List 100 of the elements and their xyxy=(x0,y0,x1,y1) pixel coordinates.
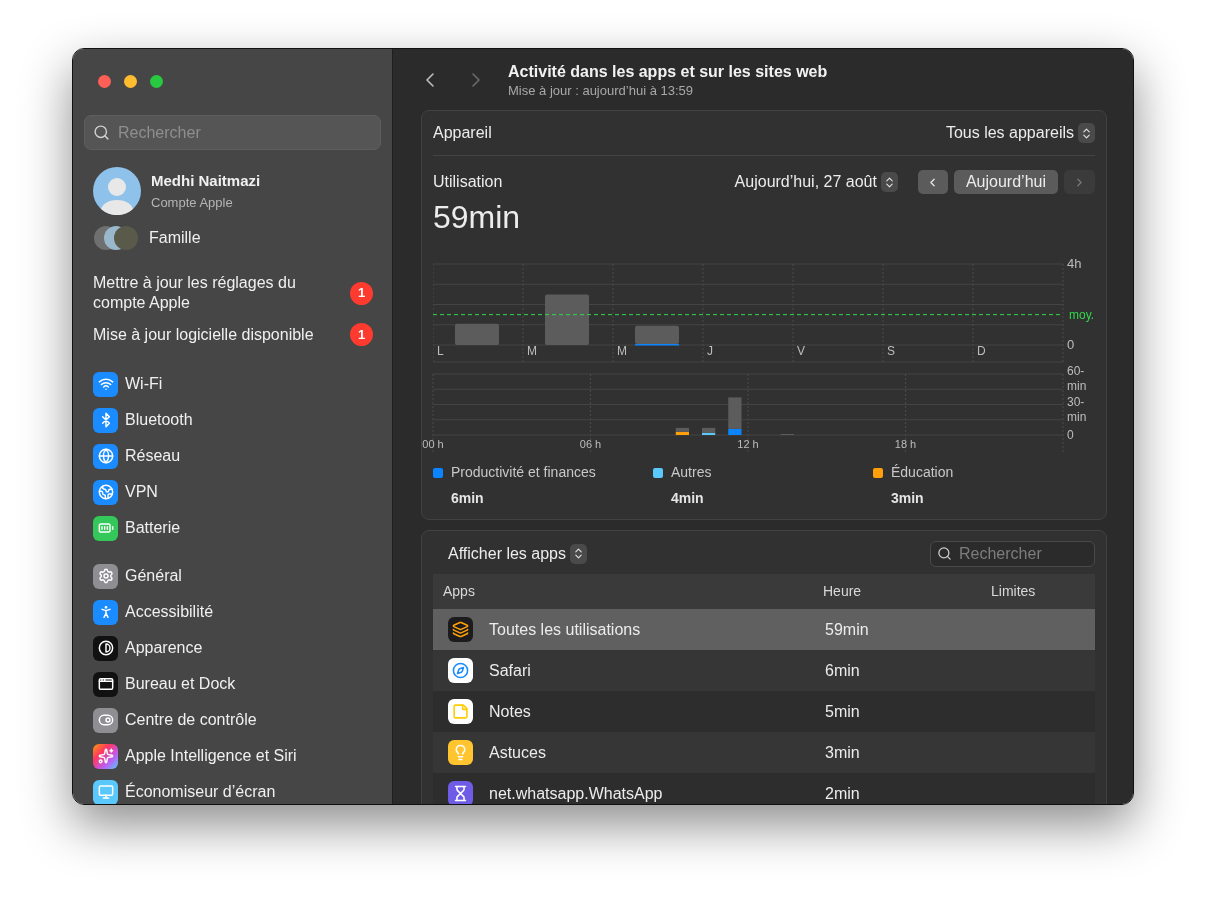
notification-badge: 1 xyxy=(350,281,373,305)
column-header[interactable]: Heure xyxy=(813,581,987,602)
axis-label: V xyxy=(797,344,805,358)
zoom-button[interactable] xyxy=(150,75,163,88)
app-name: Safari xyxy=(489,660,531,681)
sidebar-item[interactable]: Apple Intelligence et Siri xyxy=(89,743,382,769)
previous-day-button[interactable] xyxy=(917,170,948,194)
avatar xyxy=(93,167,141,215)
lightbulb-icon xyxy=(448,740,473,765)
legend-label: Autres xyxy=(671,463,712,482)
axis-label: 18 h xyxy=(894,438,917,450)
axis-label: S xyxy=(887,344,895,358)
close-button[interactable] xyxy=(98,75,111,88)
legend-label: Productivité et finances xyxy=(451,463,596,482)
hourglass-icon xyxy=(448,781,473,804)
bar xyxy=(545,294,589,345)
legend-value: 3min xyxy=(891,489,925,508)
app-name: Astuces xyxy=(489,742,546,763)
updown-icon xyxy=(880,172,898,192)
notification-badge: 1 xyxy=(350,323,373,346)
sidebar-item[interactable]: Batterie xyxy=(89,515,382,541)
account-name: Medhi Naitmazi xyxy=(151,171,261,191)
accessibility-icon xyxy=(93,599,118,625)
axis-label: M xyxy=(617,344,627,358)
sidebar-item[interactable]: Général xyxy=(89,563,382,589)
note-icon xyxy=(448,699,473,724)
table-row[interactable]: net.whatsapp.WhatsApp 2min xyxy=(433,773,1095,804)
app-time: 59min xyxy=(824,619,870,640)
axis-label: L xyxy=(437,344,444,358)
axis-label: 00 h xyxy=(422,438,444,450)
usage-label: Utilisation xyxy=(433,172,504,192)
axis-label: 4h xyxy=(1067,258,1082,271)
axis-label: 06 h xyxy=(579,438,602,450)
device-select[interactable]: Tous les appareils xyxy=(945,121,1095,145)
page-subtitle: Mise à jour : aujourd’hui à 13:59 xyxy=(508,81,694,99)
table-row[interactable]: Notes 5min xyxy=(433,691,1095,732)
account-subtitle: Compte Apple xyxy=(151,193,234,212)
battery-icon xyxy=(93,515,118,541)
legend-value: 6min xyxy=(451,489,485,508)
axis-label: M xyxy=(527,344,537,358)
globe-icon xyxy=(93,479,118,505)
screen-icon xyxy=(93,779,118,804)
apps-search-field[interactable]: Rechercher xyxy=(930,540,1095,567)
sidebar-item[interactable]: Bureau et Dock xyxy=(89,671,382,697)
layers-icon xyxy=(448,617,473,642)
sidebar-item[interactable]: Accessibilité xyxy=(89,599,382,625)
axis-label: D xyxy=(977,344,986,358)
sidebar-item[interactable]: Réseau xyxy=(89,443,382,469)
device-label: Appareil xyxy=(433,123,492,143)
search-field[interactable]: Rechercher xyxy=(84,115,381,150)
legend-label: Éducation xyxy=(891,463,954,482)
axis-label: 12 h xyxy=(737,438,759,450)
axis-label: 0 xyxy=(1067,428,1074,442)
sidebar-item[interactable]: Économiseur d’écran xyxy=(89,779,382,804)
sidebar-item[interactable]: Wi-Fi xyxy=(89,371,382,397)
app-time: 2min xyxy=(824,783,861,804)
notice-text[interactable]: Mise à jour logicielle disponible xyxy=(93,324,314,345)
legend-value: 4min xyxy=(671,489,705,508)
column-header[interactable]: Limites xyxy=(987,581,1097,602)
sidebar-item[interactable]: VPN xyxy=(89,479,382,505)
axis-label: 60-min xyxy=(1067,364,1087,393)
contrast-icon xyxy=(93,635,118,661)
average-label: moy. xyxy=(1069,307,1095,322)
family-avatars xyxy=(93,225,139,251)
gear-icon xyxy=(93,563,118,589)
wifi-icon xyxy=(93,371,118,397)
bar xyxy=(455,323,499,345)
search-icon xyxy=(93,124,110,141)
today-button[interactable]: Aujourd’hui xyxy=(953,170,1058,194)
column-header[interactable]: Apps xyxy=(433,581,813,602)
usage-total: 59min xyxy=(433,198,521,237)
page-title: Activité dans les apps et sur les sites web xyxy=(508,61,828,82)
notice-text[interactable]: Mettre à jour les réglages du compte Apple xyxy=(93,273,342,313)
compass-icon xyxy=(448,658,473,683)
bluetooth-icon xyxy=(93,407,118,433)
app-time: 5min xyxy=(824,701,861,722)
date-select[interactable]: Aujourd’hui, 27 août xyxy=(734,170,898,194)
minimize-button[interactable] xyxy=(124,75,137,88)
globe-icon xyxy=(93,443,118,469)
apps-filter-select[interactable]: Afficher les apps xyxy=(448,541,587,566)
axis-label: 0 xyxy=(1067,337,1075,352)
updown-icon xyxy=(1078,123,1095,143)
axis-label: J xyxy=(707,344,713,358)
sidebar-item[interactable]: Centre de contrôle xyxy=(89,707,382,733)
app-time: 6min xyxy=(824,660,861,681)
sparkle-icon xyxy=(93,743,118,769)
table-row[interactable]: Safari 6min xyxy=(433,650,1095,691)
app-name: net.whatsapp.WhatsApp xyxy=(489,783,663,804)
table-row[interactable]: Toutes les utilisations 59min xyxy=(433,609,1095,650)
family-label[interactable]: Famille xyxy=(149,226,201,250)
toggle-icon xyxy=(93,707,118,733)
app-time: 3min xyxy=(824,742,861,763)
updown-icon xyxy=(570,543,587,564)
axis-label: 30-min xyxy=(1067,394,1087,424)
dock-icon xyxy=(93,671,118,697)
sidebar-item[interactable]: Apparence xyxy=(89,635,382,661)
app-name: Notes xyxy=(489,701,531,722)
search-icon xyxy=(937,545,952,561)
sidebar-item[interactable]: Bluetooth xyxy=(89,407,382,433)
table-row[interactable]: Astuces 3min xyxy=(433,732,1095,773)
